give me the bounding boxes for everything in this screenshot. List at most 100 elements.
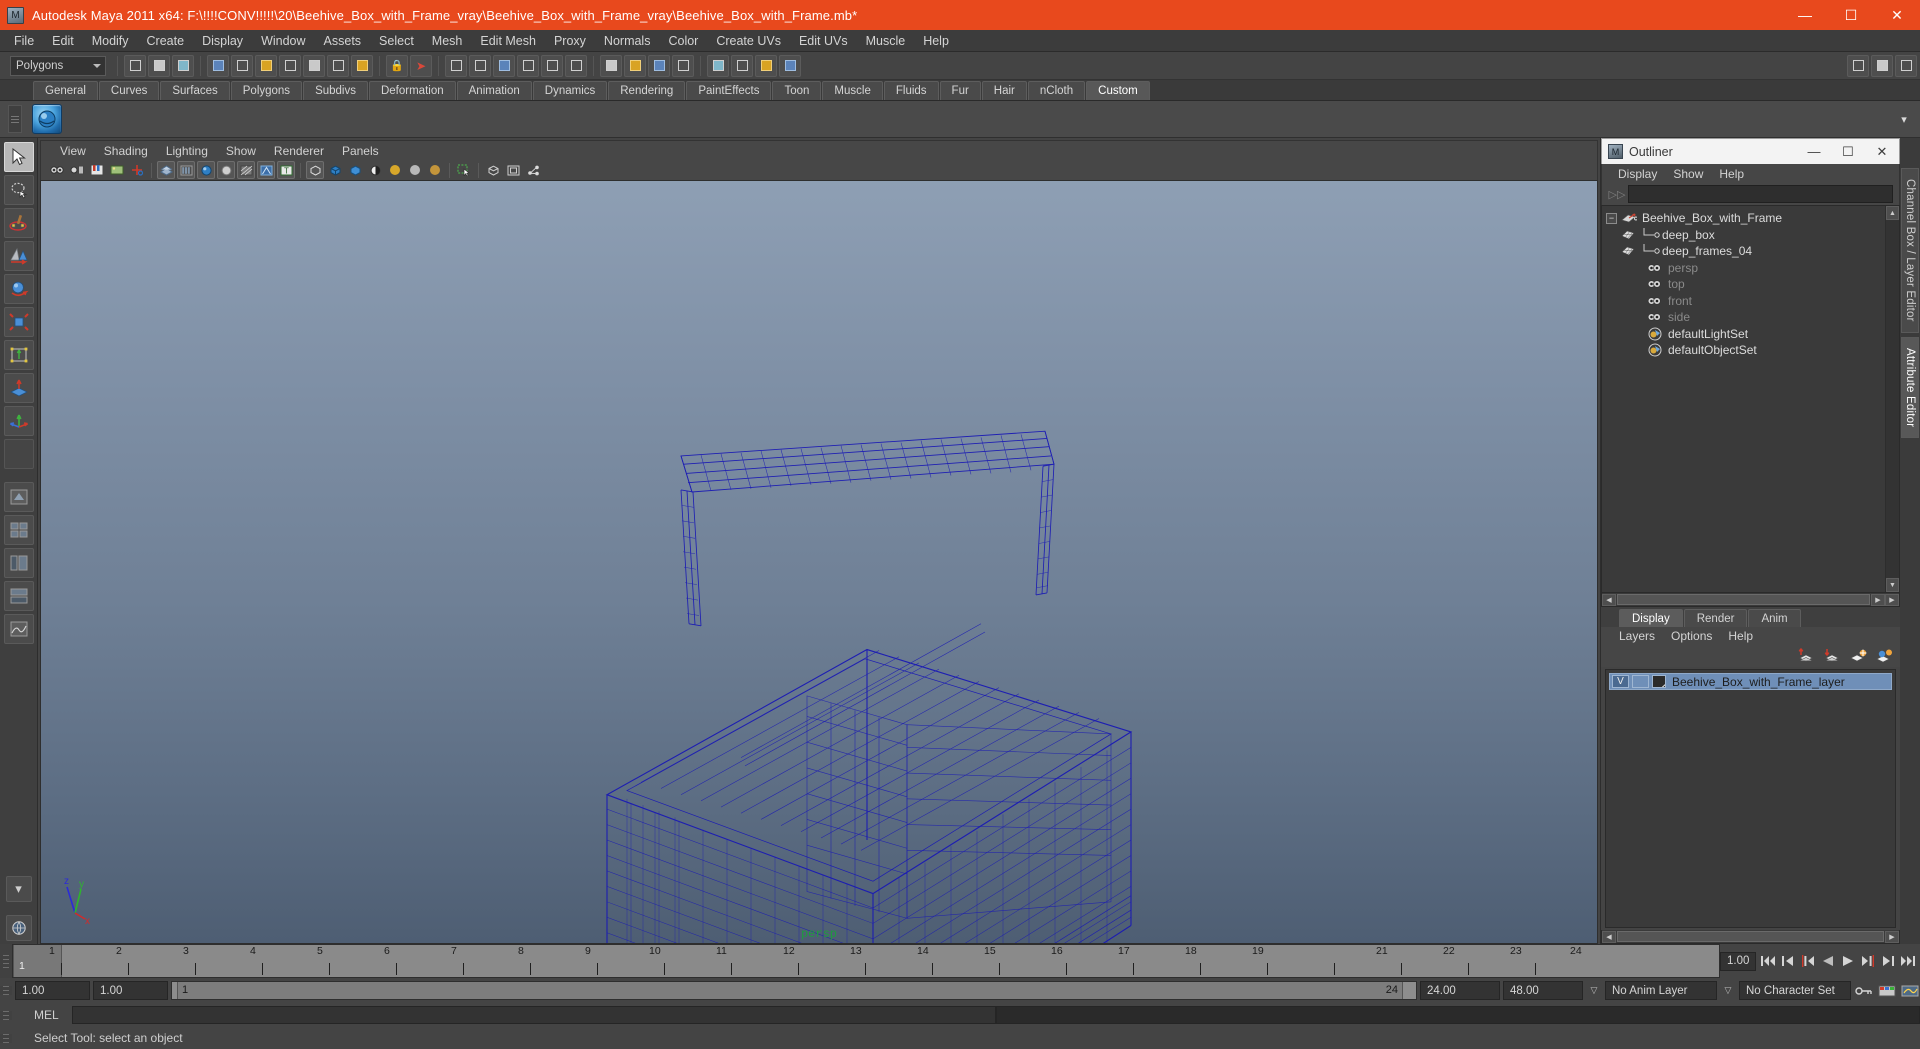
render-settings-icon[interactable]: [755, 54, 777, 77]
select-by-component-icon[interactable]: [172, 54, 194, 77]
outliner-item-deep-frames-04[interactable]: deep_frames_04: [1602, 243, 1885, 260]
soft-modification-tool[interactable]: [3, 373, 34, 403]
help-line-grip[interactable]: [0, 1033, 12, 1043]
viewport-menu-view[interactable]: View: [51, 143, 95, 159]
new-layer-icon[interactable]: [1848, 646, 1868, 666]
checker-sphere-icon[interactable]: [366, 161, 384, 179]
time-slider-grip[interactable]: [0, 944, 12, 978]
xray-icon[interactable]: [257, 161, 275, 179]
menu-muscle[interactable]: Muscle: [857, 32, 915, 50]
range-handle-left[interactable]: [172, 982, 178, 999]
outliner-tree[interactable]: − Beehive_Box_with_Frame deep_box deep_f…: [1601, 205, 1900, 594]
snap-to-grid-icon[interactable]: [445, 54, 467, 77]
select-tool[interactable]: [3, 142, 34, 172]
menu-display[interactable]: Display: [193, 32, 252, 50]
marquee-select-icon[interactable]: [455, 161, 473, 179]
menu-edit[interactable]: Edit: [43, 32, 83, 50]
lasso-select-tool[interactable]: [3, 175, 34, 205]
shelf-drag-handle[interactable]: [8, 105, 22, 133]
tool-settings-toggle-icon[interactable]: [648, 54, 670, 77]
layer-menu-help[interactable]: Help: [1720, 628, 1761, 644]
show-manipulator-tool[interactable]: [3, 406, 34, 436]
character-set-chevron-icon[interactable]: ▽: [1720, 985, 1736, 996]
select-lines-icon[interactable]: [279, 54, 301, 77]
menu-assets[interactable]: Assets: [315, 32, 371, 50]
highlight-icon[interactable]: ➤: [410, 54, 432, 77]
menu-window[interactable]: Window: [252, 32, 314, 50]
outliner-close-button[interactable]: ✕: [1865, 139, 1899, 165]
perspective-viewport[interactable]: z y x persp: [40, 180, 1598, 944]
scroll-up-icon[interactable]: ▲: [1886, 206, 1899, 220]
shelf-tab-subdivs[interactable]: Subdivs: [303, 81, 368, 100]
smooth-shade-all-icon[interactable]: [177, 161, 195, 179]
light-yellow-icon[interactable]: [386, 161, 404, 179]
light-amber-icon[interactable]: [426, 161, 444, 179]
shelf-tab-toon[interactable]: Toon: [772, 81, 822, 100]
tab-anim[interactable]: Anim: [1748, 609, 1801, 628]
menu-normals[interactable]: Normals: [595, 32, 660, 50]
outliner-item-top[interactable]: top: [1602, 276, 1885, 293]
outliner-maximize-button[interactable]: ☐: [1831, 139, 1865, 165]
anim-layer-field[interactable]: No Anim Layer: [1605, 981, 1717, 1000]
go-to-start-button[interactable]: [1760, 950, 1776, 972]
step-forward-frame-button[interactable]: [1880, 950, 1896, 972]
menu-modify[interactable]: Modify: [83, 32, 138, 50]
new-layer-from-selected-icon[interactable]: [1874, 646, 1894, 666]
select-faces-icon[interactable]: [303, 54, 325, 77]
layer-scroll-left-icon[interactable]: ◀: [1602, 930, 1616, 943]
snap-to-view-plane-icon[interactable]: [541, 54, 563, 77]
shelf-tab-polygons[interactable]: Polygons: [230, 81, 303, 100]
filter-icon[interactable]: ▷▷: [1606, 185, 1628, 203]
outliner-minimize-button[interactable]: —: [1797, 139, 1831, 165]
select-points-icon[interactable]: [255, 54, 277, 77]
highlight-selection-icon[interactable]: [207, 54, 229, 77]
shelf-tab-fur[interactable]: Fur: [939, 81, 981, 100]
minimize-button[interactable]: —: [1782, 0, 1828, 30]
use-all-lights-icon[interactable]: [217, 161, 235, 179]
toggle-ui-icon[interactable]: [1871, 54, 1893, 77]
multi-view-icon[interactable]: [504, 161, 522, 179]
shelf-tab-dynamics[interactable]: Dynamics: [532, 81, 608, 100]
tab-display[interactable]: Display: [1619, 609, 1683, 628]
viewport-menu-panels[interactable]: Panels: [333, 143, 388, 159]
grid-toggle-icon[interactable]: [484, 161, 502, 179]
move-tool[interactable]: [3, 241, 34, 271]
wireframe-shading-icon[interactable]: [157, 161, 175, 179]
menu-edit-mesh[interactable]: Edit Mesh: [471, 32, 545, 50]
viewport-menu-lighting[interactable]: Lighting: [157, 143, 217, 159]
outliner-search-input[interactable]: [1628, 185, 1893, 203]
quick-layout-single-perspective-icon[interactable]: [3, 482, 34, 512]
menu-select[interactable]: Select: [370, 32, 423, 50]
layer-list[interactable]: V Beehive_Box_with_Frame_layer: [1605, 669, 1896, 928]
key-icon[interactable]: [1854, 981, 1874, 1001]
move-layer-up-icon[interactable]: [1796, 646, 1816, 666]
menu-set-selector[interactable]: Polygons: [10, 55, 106, 76]
layer-menu-options[interactable]: Options: [1663, 628, 1720, 644]
current-time-field[interactable]: 1.00: [1720, 951, 1756, 971]
shelf-tab-painteffects[interactable]: PaintEffects: [686, 81, 772, 100]
range-handle-right[interactable]: [1402, 982, 1416, 999]
vtab-channel-box-layer-editor[interactable]: Channel Box / Layer Editor: [1901, 168, 1919, 333]
outliner-item-beehive-box-with-frame[interactable]: − Beehive_Box_with_Frame: [1602, 210, 1885, 227]
light-grey-icon[interactable]: [406, 161, 424, 179]
toolbox-collapse-icon[interactable]: ▾: [5, 876, 32, 902]
menu-help[interactable]: Help: [914, 32, 958, 50]
outliner-item-default-light-set[interactable]: defaultLightSet: [1602, 326, 1885, 343]
viewport-menu-shading[interactable]: Shading: [95, 143, 157, 159]
time-slider[interactable]: 1 1 2 3 4 5 6 7 8 9 10 11 12 13 14 15 16…: [12, 944, 1720, 978]
viewport-menu-show[interactable]: Show: [217, 143, 265, 159]
layer-playback-toggle[interactable]: [1632, 675, 1649, 689]
wireframe-cube-icon[interactable]: [346, 161, 364, 179]
snap-to-point-icon[interactable]: [493, 54, 515, 77]
paint-select-tool[interactable]: [3, 208, 34, 238]
outliner-menu-help[interactable]: Help: [1711, 166, 1752, 182]
menu-proxy[interactable]: Proxy: [545, 32, 595, 50]
go-to-end-button[interactable]: [1900, 950, 1916, 972]
menu-file[interactable]: File: [5, 32, 43, 50]
shelf-tab-hair[interactable]: Hair: [981, 81, 1027, 100]
layer-type-toggle[interactable]: [1652, 675, 1666, 689]
isolate-select-icon[interactable]: [306, 161, 324, 179]
quick-layout-graph-editor-icon[interactable]: [3, 614, 34, 644]
show-manipulator-toolbar-icon[interactable]: [1847, 54, 1869, 77]
shaded-cube-icon[interactable]: [326, 161, 344, 179]
